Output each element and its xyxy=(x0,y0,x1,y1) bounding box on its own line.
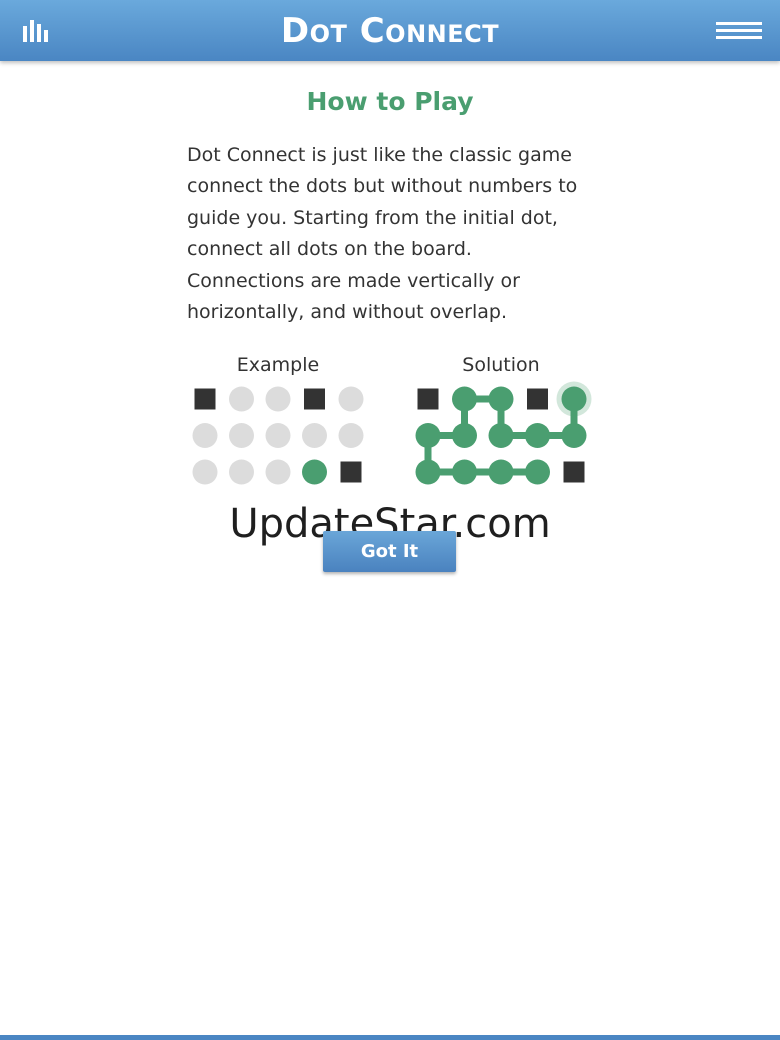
blocked-square xyxy=(304,388,325,410)
app-header: Dot Connect xyxy=(0,0,780,61)
dot xyxy=(229,386,254,412)
connected-dot xyxy=(561,386,587,412)
connected-dot xyxy=(452,423,477,448)
example-label: Example xyxy=(236,354,320,376)
connected-dot xyxy=(415,459,441,485)
dot xyxy=(229,459,254,485)
hamburger-menu-icon[interactable] xyxy=(716,20,762,44)
blocked-square xyxy=(527,388,548,410)
got-it-button[interactable]: Got It xyxy=(323,531,456,572)
dot xyxy=(265,459,291,485)
dot xyxy=(192,459,218,485)
connected-dot xyxy=(488,386,514,412)
connected-dot xyxy=(488,423,514,448)
blocked-square xyxy=(194,388,216,410)
dot xyxy=(229,423,254,448)
connected-dot xyxy=(525,459,550,485)
blocked-square xyxy=(417,388,439,410)
dot xyxy=(192,423,218,448)
connected-dot xyxy=(415,423,441,448)
connected-dot xyxy=(525,423,550,448)
example-board xyxy=(192,386,364,485)
instructions-text: Dot Connect is just like the classic gam… xyxy=(187,144,578,324)
how-to-play-title: How to Play xyxy=(306,87,474,116)
solution-label: Solution xyxy=(462,354,540,376)
blocked-square xyxy=(563,461,585,483)
dot xyxy=(265,423,291,448)
dot xyxy=(338,423,364,448)
dot xyxy=(302,423,327,448)
connected-dot xyxy=(488,459,514,485)
dot xyxy=(338,386,364,412)
connected-dot xyxy=(452,459,477,485)
bottom-bar xyxy=(0,1035,780,1040)
start-dot xyxy=(302,459,327,485)
app-title: Dot Connect xyxy=(280,11,500,51)
dot xyxy=(265,386,291,412)
solution-board xyxy=(415,381,592,485)
connected-dot xyxy=(561,423,587,448)
connected-dot xyxy=(452,386,477,412)
blocked-square xyxy=(340,461,362,483)
